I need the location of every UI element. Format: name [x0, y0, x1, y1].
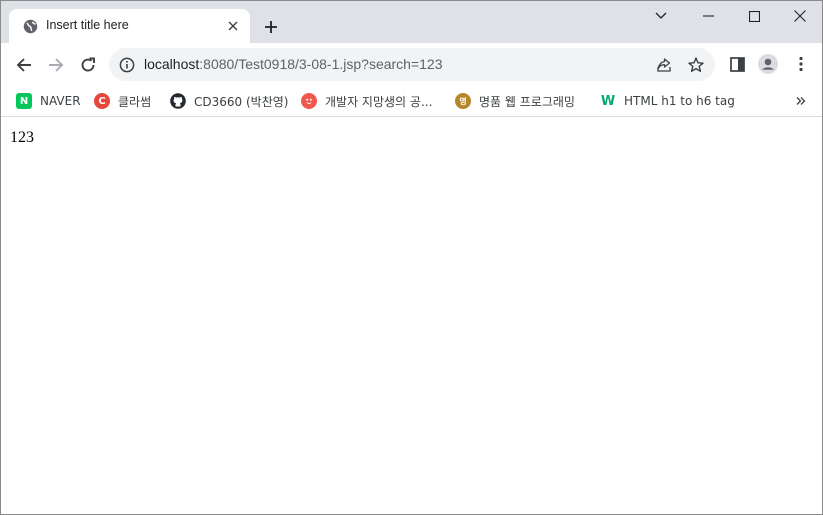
bookmark-w3schools[interactable]: W HTML h1 to h6 tag: [600, 92, 735, 110]
tab-strip: Insert title here: [1, 1, 822, 43]
bookmark-label: NAVER: [40, 94, 81, 108]
classum-icon: C: [94, 93, 110, 109]
book-icon: 명: [455, 93, 471, 109]
info-icon[interactable]: [119, 57, 135, 73]
bookmark-web-programming[interactable]: 명 명품 웹 프로그래밍: [455, 92, 575, 110]
bookmark-label: HTML h1 to h6 tag: [624, 94, 735, 108]
tab-close-icon[interactable]: [224, 17, 242, 35]
bookmark-github[interactable]: CD3660 (박찬영): [170, 92, 288, 110]
bookmark-blog[interactable]: 개발자 지망생의 공...: [301, 92, 432, 110]
menu-kebab-icon[interactable]: [791, 54, 811, 74]
side-panel-icon[interactable]: [727, 54, 747, 74]
profile-avatar-icon[interactable]: [758, 54, 778, 74]
forward-arrow-icon[interactable]: [42, 51, 70, 79]
bookmarks-bar: N NAVER C 클라썸 CD3660 (박찬영) 개발자 지망생의 공...…: [1, 86, 822, 117]
bookmark-label: 클라썸: [118, 94, 152, 109]
bookmark-label: CD3660 (박찬영): [194, 94, 289, 109]
bookmarks-overflow-icon[interactable]: [791, 91, 811, 111]
search-result-text: 123: [10, 129, 34, 146]
w3schools-icon: W: [600, 93, 616, 109]
minimize-icon[interactable]: [685, 1, 731, 31]
tab-search-icon[interactable]: [638, 1, 684, 31]
url-path: :8080/Test0918/3-08-1.jsp?search=123: [199, 56, 443, 72]
share-icon[interactable]: [655, 56, 673, 74]
tab-active[interactable]: Insert title here: [9, 9, 250, 43]
bookmark-star-icon[interactable]: [687, 56, 705, 74]
page-content: 123: [1, 118, 822, 514]
bookmark-naver[interactable]: N NAVER: [16, 92, 81, 110]
bookmark-label: 명품 웹 프로그래밍: [479, 94, 575, 109]
globe-icon: [23, 19, 38, 34]
tab-title: Insert title here: [46, 18, 129, 32]
toolbar: localhost:8080/Test0918/3-08-1.jsp?searc…: [1, 43, 822, 86]
address-bar[interactable]: localhost:8080/Test0918/3-08-1.jsp?searc…: [109, 48, 715, 81]
close-icon[interactable]: [777, 1, 823, 31]
bookmark-classum[interactable]: C 클라썸: [94, 92, 151, 110]
url-host: localhost: [144, 56, 200, 72]
browser-window: Insert title here localhost:8080/Test091…: [0, 0, 823, 515]
naver-icon: N: [16, 93, 32, 109]
bookmark-label: 개발자 지망생의 공...: [325, 94, 433, 109]
reload-icon[interactable]: [74, 51, 102, 79]
new-tab-icon[interactable]: [259, 15, 283, 39]
back-arrow-icon[interactable]: [10, 51, 38, 79]
blog-icon: [301, 93, 317, 109]
maximize-icon[interactable]: [731, 1, 777, 31]
url-text: localhost:8080/Test0918/3-08-1.jsp?searc…: [144, 56, 443, 72]
github-icon: [170, 93, 186, 109]
